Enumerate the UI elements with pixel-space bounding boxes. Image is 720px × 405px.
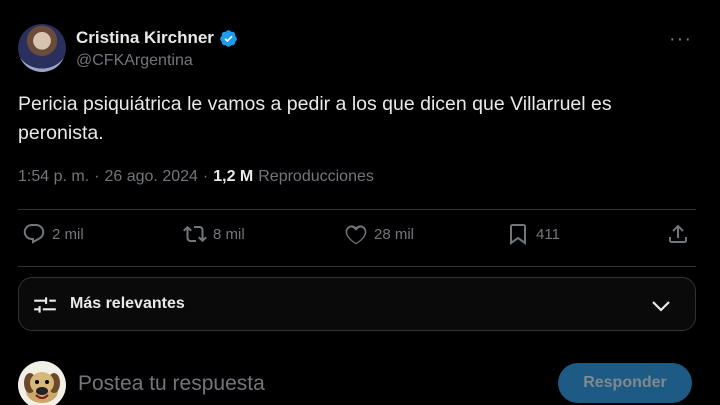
retweet-icon bbox=[183, 225, 207, 243]
dog-avatar-icon bbox=[24, 372, 60, 403]
author-avatar[interactable] bbox=[18, 24, 66, 72]
divider bbox=[18, 209, 696, 210]
tweet-date[interactable]: 26 ago. 2024 bbox=[104, 168, 197, 186]
author-handle[interactable]: @CFKArgentina bbox=[76, 52, 238, 70]
bookmark-count: 411 bbox=[536, 225, 560, 243]
author-display-name[interactable]: Cristina Kirchner bbox=[76, 28, 214, 48]
action-bar: 2 mil 8 mil 28 mil 411 bbox=[18, 222, 696, 254]
reply-composer: Responder bbox=[18, 358, 696, 405]
like-count: 28 mil bbox=[374, 225, 415, 243]
sort-replies-dropdown[interactable]: Más relevantes bbox=[18, 277, 696, 331]
tweet-header: Cristina Kirchner @CFKArgentina ··· bbox=[18, 24, 702, 76]
share-button[interactable] bbox=[666, 222, 690, 246]
views-count: 1,2 M bbox=[213, 168, 254, 185]
reply-submit-button[interactable]: Responder bbox=[558, 363, 692, 403]
tweet-time[interactable]: 1:54 p. m. bbox=[18, 168, 89, 186]
retweet-button[interactable]: 8 mil bbox=[183, 222, 245, 246]
reply-icon bbox=[23, 224, 45, 244]
chevron-down-icon bbox=[652, 301, 670, 312]
like-button[interactable]: 28 mil bbox=[344, 222, 414, 246]
reply-input[interactable] bbox=[78, 372, 538, 396]
meta-separator: · bbox=[94, 168, 100, 185]
name-row: Cristina Kirchner bbox=[76, 28, 238, 48]
author-info: Cristina Kirchner @CFKArgentina bbox=[76, 28, 238, 70]
bookmark-icon bbox=[510, 224, 526, 245]
tweet-text: Pericia psiquiátrica le vamos a pedir a … bbox=[18, 90, 678, 148]
meta-separator: · bbox=[202, 168, 209, 185]
like-icon bbox=[345, 225, 367, 245]
verified-icon bbox=[220, 29, 237, 47]
share-icon bbox=[669, 224, 687, 243]
sort-label: Más relevantes bbox=[70, 295, 185, 312]
tweet-text-line: peronista. bbox=[18, 122, 104, 144]
tweet-text-line: Pericia psiquiátrica le vamos a pedir a … bbox=[18, 93, 612, 115]
retweet-count: 8 mil bbox=[213, 225, 245, 243]
reply-button[interactable]: 2 mil bbox=[22, 222, 84, 246]
reply-count: 2 mil bbox=[52, 225, 84, 243]
views-label: Reproducciones bbox=[258, 168, 374, 185]
bookmark-button[interactable]: 411 bbox=[506, 222, 560, 246]
tweet-meta: 1:54 p. m. · 26 ago. 2024 · 1,2 M Reprod… bbox=[18, 168, 374, 186]
user-avatar[interactable] bbox=[18, 361, 66, 405]
more-icon[interactable]: ··· bbox=[669, 28, 692, 51]
divider bbox=[18, 266, 696, 267]
sort-icon bbox=[34, 297, 56, 313]
